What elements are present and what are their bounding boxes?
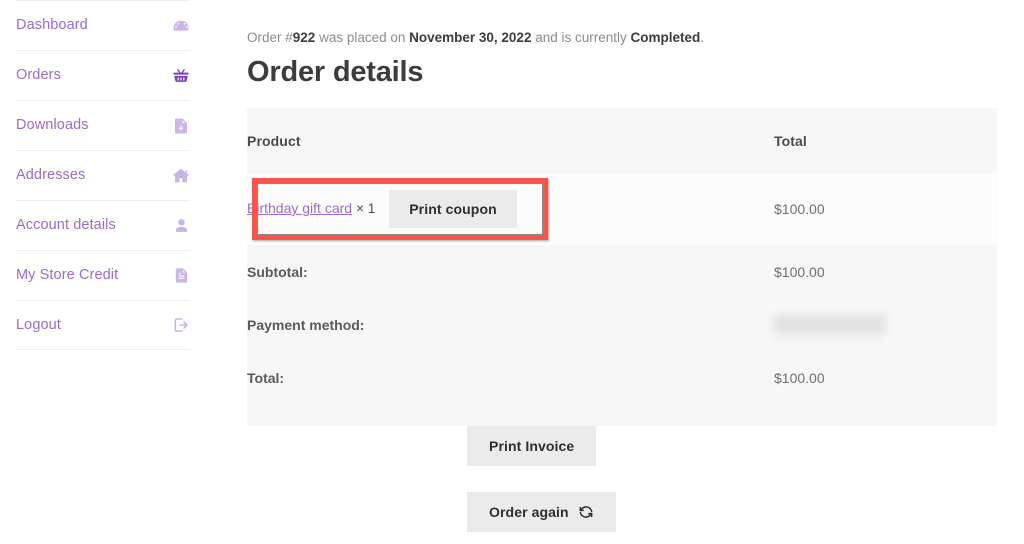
product-link-birthday-gift-card[interactable]: Birthday gift card	[247, 200, 352, 216]
shopping-basket-icon	[172, 67, 190, 85]
product-cell-inner: Birthday gift card × 1 Print coupon	[247, 190, 774, 228]
spacer-cell	[247, 404, 997, 426]
sidebar-item-downloads[interactable]: Downloads	[16, 100, 190, 150]
sidebar-item-logout[interactable]: Logout	[16, 300, 190, 350]
column-header-product: Product	[247, 132, 301, 149]
print-invoice-button[interactable]: Print Invoice	[467, 426, 597, 466]
order-status-badge: Completed	[630, 29, 701, 45]
product-total-amount: $100.00	[774, 201, 825, 217]
total-value: $100.00	[774, 369, 825, 386]
home-icon	[172, 167, 190, 185]
product-cell: Birthday gift card × 1 Print coupon	[247, 173, 774, 245]
table-header-row: Product Total	[247, 108, 997, 173]
sidebar-item-orders[interactable]: Orders	[16, 50, 190, 100]
account-sidebar-nav: Dashboard Orders Downloads Addresses Acc…	[0, 0, 220, 544]
payment-method-value	[774, 298, 997, 351]
subtotal-label: Subtotal:	[247, 263, 308, 280]
sidebar-item-label: Logout	[16, 316, 61, 333]
order-date: November 30, 2022	[409, 29, 532, 45]
sidebar-item-label: My Store Credit	[16, 267, 119, 284]
dashboard-gauge-icon	[172, 17, 190, 35]
sidebar-item-list: Dashboard Orders Downloads Addresses Acc…	[0, 0, 220, 350]
sidebar-item-label: Account details	[16, 217, 116, 234]
sidebar-item-addresses[interactable]: Addresses	[16, 150, 190, 200]
payment-method-label: Payment method:	[247, 316, 365, 333]
page-title: Order details	[247, 56, 424, 88]
column-header-total: Total	[774, 132, 807, 149]
sidebar-item-dashboard[interactable]: Dashboard	[16, 0, 190, 50]
order-details-main: Order #922 was placed on November 30, 20…	[220, 0, 1024, 544]
product-name-and-qty: Birthday gift card × 1	[247, 200, 375, 218]
document-icon	[172, 267, 190, 285]
order-again-label: Order again	[489, 504, 569, 520]
refresh-sync-icon	[578, 504, 594, 520]
table-row-product: Birthday gift card × 1 Print coupon $100.…	[247, 173, 997, 245]
order-again-button[interactable]: Order again	[467, 492, 616, 532]
file-download-icon	[172, 117, 190, 135]
table-body: Birthday gift card × 1 Print coupon $100.…	[247, 173, 997, 245]
order-number: 922	[292, 29, 316, 45]
table-footer-spacer	[247, 404, 997, 426]
print-coupon-button[interactable]: Print coupon	[389, 190, 517, 228]
sidebar-item-label: Downloads	[16, 117, 89, 134]
order-details-table: Product Total Birthday gift card × 1 Prin…	[247, 108, 997, 426]
sidebar-item-label: Dashboard	[16, 17, 88, 34]
table-head: Product Total	[247, 108, 997, 173]
sidebar-item-label: Orders	[16, 67, 61, 84]
status-connector: and is currently	[531, 29, 631, 45]
logout-icon	[172, 316, 190, 334]
sidebar-item-label: Addresses	[16, 167, 86, 184]
total-label: Total:	[247, 369, 285, 386]
table-row-payment-method: Payment method:	[247, 298, 997, 351]
order-status-line: Order #922 was placed on November 30, 20…	[247, 28, 704, 47]
sidebar-item-account-details[interactable]: Account details	[16, 200, 190, 250]
payment-method-redacted-block	[774, 314, 886, 335]
status-middle: was placed on	[315, 29, 410, 45]
subtotal-value: $100.00	[774, 263, 825, 280]
sidebar-item-my-store-credit[interactable]: My Store Credit	[16, 250, 190, 300]
table-foot: Subtotal: $100.00 Payment method: Total:…	[247, 245, 997, 426]
status-prefix: Order #	[247, 29, 293, 45]
table-row-subtotal: Subtotal: $100.00	[247, 245, 997, 298]
status-suffix: .	[700, 29, 705, 45]
table-row-total: Total: $100.00	[247, 351, 997, 404]
user-icon	[172, 217, 190, 235]
product-quantity: × 1	[356, 201, 376, 216]
